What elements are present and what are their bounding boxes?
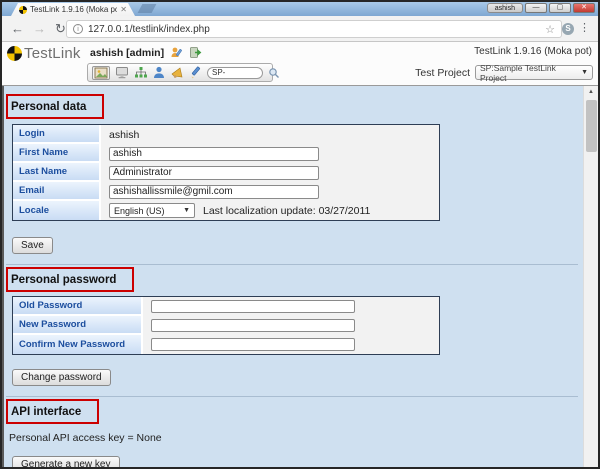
test-project-label: Test Project: [415, 67, 470, 79]
login-label: Login: [13, 125, 101, 144]
new-tab-button[interactable]: [138, 4, 157, 13]
table-row: Last Name: [13, 163, 439, 182]
tab-strip: TestLink 1.9.16 (Moka po ✕ ashish — ▢ ✕: [2, 2, 598, 16]
chevron-down-icon: ▼: [581, 69, 588, 76]
table-row: Old Password: [13, 297, 439, 316]
personal-data-table: Login ashish First Name Last Name Email …: [12, 124, 440, 221]
first-name-label: First Name: [13, 144, 101, 163]
monitor-icon[interactable]: [115, 66, 129, 79]
bookmark-star-icon[interactable]: ☆: [545, 23, 555, 36]
generate-key-button[interactable]: Generate a new key: [12, 456, 120, 469]
section-divider: [6, 264, 578, 265]
login-value: ashish: [109, 129, 139, 141]
old-password-label: Old Password: [13, 297, 143, 316]
chevron-down-icon: ▼: [183, 207, 190, 214]
megaphone-icon[interactable]: [170, 66, 184, 79]
personal-data-title: Personal data: [11, 101, 86, 113]
forward-icon[interactable]: →: [33, 22, 46, 35]
reload-icon[interactable]: ↻: [55, 22, 66, 35]
desktop-home-icon[interactable]: [92, 66, 110, 80]
tab-close-icon[interactable]: ✕: [120, 6, 127, 14]
locale-select[interactable]: English (US) ▼: [109, 203, 195, 218]
back-icon[interactable]: ←: [11, 22, 24, 35]
change-password-button[interactable]: Change password: [12, 369, 111, 386]
sitemap-icon[interactable]: [134, 66, 148, 79]
site-info-icon[interactable]: i: [73, 24, 83, 34]
logged-user-label: ashish [admin]: [90, 47, 164, 59]
first-name-field[interactable]: [109, 147, 319, 161]
old-password-field[interactable]: [151, 300, 355, 313]
testlink-logo: TestLink: [7, 45, 81, 62]
content-scrollbar[interactable]: ▲: [583, 86, 598, 469]
user-icon[interactable]: [153, 66, 165, 79]
table-row: New Password: [13, 316, 439, 335]
search-input[interactable]: [207, 67, 263, 79]
session-badge: ashish: [487, 3, 523, 13]
testlink-logo-text: TestLink: [24, 45, 81, 62]
edit-account-icon[interactable]: [170, 46, 183, 59]
table-row: Locale English (US) ▼ Last localization …: [13, 201, 439, 220]
account-settings-page: Personal data Login ashish First Name La…: [2, 86, 598, 469]
api-interface-title: API interface: [11, 406, 81, 418]
testlink-header: TestLink ashish [admin] TestLink 1.9.16 …: [2, 42, 598, 86]
table-row: Login ashish: [13, 125, 439, 144]
personal-password-table: Old Password New Password Confirm New Pa…: [12, 296, 440, 355]
locale-label: Locale: [13, 201, 101, 220]
section-divider: [6, 396, 578, 397]
annotation-box-personal-data: Personal data: [6, 94, 104, 119]
annotation-box-personal-password: Personal password: [6, 267, 134, 292]
tab-title: TestLink 1.9.16 (Moka po: [30, 5, 117, 14]
email-field[interactable]: [109, 185, 319, 199]
table-row: Email: [13, 182, 439, 201]
last-name-field[interactable]: [109, 166, 319, 180]
search-icon[interactable]: [268, 67, 280, 79]
save-button[interactable]: Save: [12, 237, 53, 254]
confirm-new-password-field[interactable]: [151, 338, 355, 351]
locale-value: English (US): [114, 206, 165, 216]
table-row: Confirm New Password: [13, 335, 439, 354]
scrollbar-thumb[interactable]: [586, 100, 597, 152]
test-project-select[interactable]: SP:Sample TestLink Project ▼: [475, 65, 593, 80]
last-name-label: Last Name: [13, 163, 101, 182]
localization-note: Last localization update: 03/27/2011: [203, 205, 370, 217]
table-row: First Name: [13, 144, 439, 163]
maximize-button[interactable]: ▢: [549, 3, 571, 13]
email-label: Email: [13, 182, 101, 201]
new-password-label: New Password: [13, 316, 143, 335]
test-project-value: SP:Sample TestLink Project: [480, 63, 581, 83]
personal-password-title: Personal password: [11, 274, 116, 286]
api-key-text: Personal API access key = None: [9, 432, 578, 444]
browser-tab[interactable]: TestLink 1.9.16 (Moka po ✕: [11, 3, 135, 16]
extension-icon[interactable]: S: [562, 23, 574, 35]
browser-toolbar: ← → ↻ i 127.0.0.1/testlink/index.php ☆ S…: [2, 16, 598, 42]
annotation-box-api-interface: API interface: [6, 399, 99, 424]
pencil-icon[interactable]: [189, 66, 202, 79]
new-password-field[interactable]: [151, 319, 355, 332]
close-button[interactable]: ✕: [573, 3, 595, 13]
main-toolbar: [87, 63, 273, 82]
confirm-new-password-label: Confirm New Password: [13, 335, 143, 354]
testlink-logo-icon: [7, 46, 22, 61]
scrollbar-up-icon[interactable]: ▲: [584, 86, 598, 99]
browser-window: TestLink 1.9.16 (Moka po ✕ ashish — ▢ ✕ …: [0, 0, 600, 469]
testlink-favicon-icon: [19, 6, 27, 14]
version-label: TestLink 1.9.16 (Moka pot): [474, 46, 592, 57]
url-text[interactable]: 127.0.0.1/testlink/index.php: [88, 24, 540, 35]
logout-icon[interactable]: [189, 46, 202, 59]
address-bar[interactable]: i 127.0.0.1/testlink/index.php ☆: [66, 20, 562, 38]
minimize-button[interactable]: —: [525, 3, 547, 13]
browser-menu-icon[interactable]: ⋮: [579, 21, 590, 34]
